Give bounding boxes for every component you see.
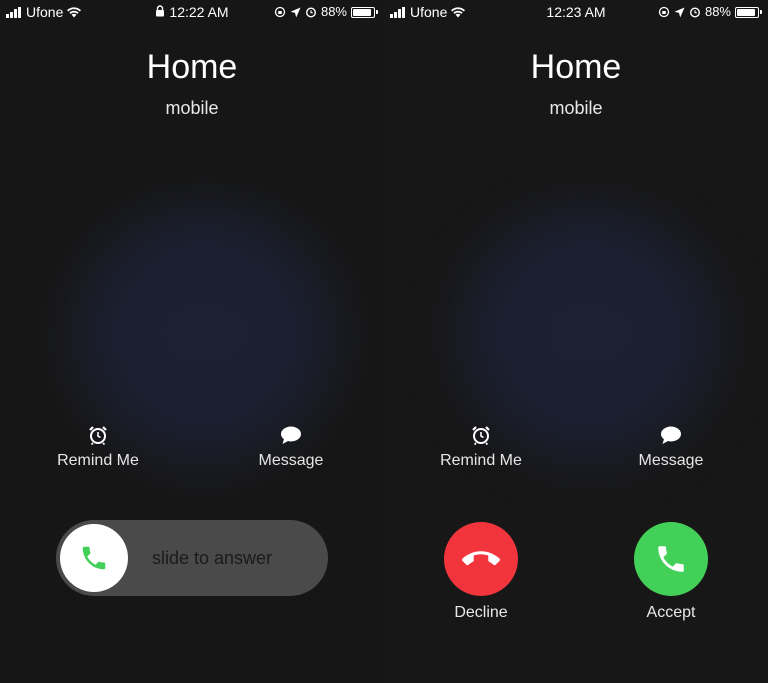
message-button[interactable]: Message xyxy=(226,424,356,470)
status-right-icons: 88% xyxy=(658,0,762,24)
slide-to-answer-knob[interactable] xyxy=(60,524,128,592)
decline-button[interactable] xyxy=(444,522,518,596)
incoming-call-unlocked-screen: Ufone 12:23 AM 88% Home mobile Remind Me… xyxy=(384,0,768,683)
speech-bubble-icon xyxy=(281,426,301,444)
phone-icon xyxy=(82,546,106,570)
alarm-clock-icon xyxy=(472,426,490,446)
message-label: Message xyxy=(258,452,324,469)
battery-percentage: 88% xyxy=(320,4,347,19)
lock-icon xyxy=(156,5,165,17)
screenshot-comparison: Ufone 12:22 AM 88% Home mobile Remind Me… xyxy=(0,0,768,683)
battery-icon xyxy=(351,6,378,18)
slide-to-answer-track[interactable]: slide to answer xyxy=(56,520,328,596)
incoming-call-locked-screen: Ufone 12:22 AM 88% Home mobile Remind Me… xyxy=(0,0,384,683)
remind-me-label: Remind Me xyxy=(440,452,522,469)
slide-to-answer-text: slide to answer xyxy=(152,548,273,568)
battery-percentage: 88% xyxy=(704,4,731,19)
status-bar: Ufone 12:23 AM 88% xyxy=(384,0,768,24)
alarm-icon xyxy=(689,7,700,18)
battery-icon xyxy=(735,6,762,18)
hang-up-phone-icon xyxy=(462,551,500,566)
phone-icon xyxy=(658,546,684,572)
location-arrow-icon xyxy=(290,7,301,17)
message-button[interactable]: Message xyxy=(606,424,736,470)
caller-name: Home xyxy=(146,48,238,86)
remind-me-button[interactable]: Remind Me xyxy=(33,424,163,470)
message-label: Message xyxy=(638,452,704,469)
accept-button[interactable] xyxy=(634,522,708,596)
decline-label: Decline xyxy=(454,604,508,621)
orientation-lock-icon xyxy=(274,6,286,18)
alarm-icon xyxy=(305,7,316,18)
status-time-text: 12:22 AM xyxy=(169,4,229,20)
alarm-clock-icon xyxy=(89,426,107,446)
caller-name: Home xyxy=(530,48,622,86)
remind-me-label: Remind Me xyxy=(57,452,139,469)
speech-bubble-icon xyxy=(661,426,681,444)
orientation-lock-icon xyxy=(658,6,670,18)
status-right-icons: 88% xyxy=(274,0,378,24)
caller-label: mobile xyxy=(549,98,603,118)
status-time-text: 12:23 AM xyxy=(546,4,606,20)
accept-label: Accept xyxy=(646,604,696,621)
location-arrow-icon xyxy=(674,7,685,17)
remind-me-button[interactable]: Remind Me xyxy=(416,424,546,470)
caller-label: mobile xyxy=(165,98,219,118)
status-bar: Ufone 12:22 AM 88% xyxy=(0,0,384,24)
